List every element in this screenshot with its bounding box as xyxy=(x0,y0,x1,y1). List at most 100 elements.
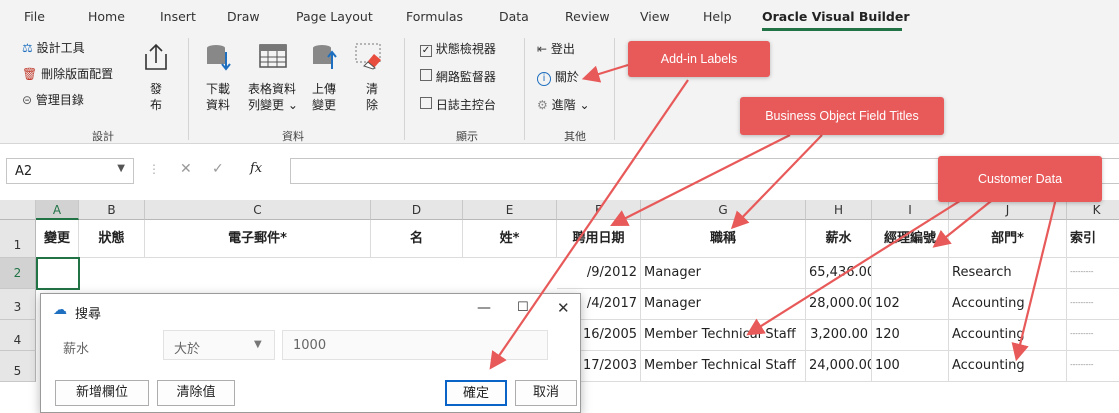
tab-home[interactable]: Home xyxy=(88,9,125,24)
header-cell-status[interactable]: 狀態 xyxy=(79,220,145,258)
column-header-a[interactable]: A xyxy=(36,200,79,220)
department-cell[interactable]: Research xyxy=(949,258,1067,289)
publish-button[interactable]: 發 布 xyxy=(138,42,174,122)
column-header-e[interactable]: E xyxy=(463,200,557,220)
header-cell-hire-date[interactable]: 聘用日期 xyxy=(557,220,641,258)
manage-catalog-button[interactable]: ⊝ 管理目錄 xyxy=(22,91,84,108)
upload-changes-button[interactable]: 上傳 變更 xyxy=(306,42,346,122)
header-cell-salary[interactable]: 薪水 xyxy=(806,220,872,258)
chevron-down-icon: ⌄ xyxy=(579,98,590,112)
search-dialog: ☁ 搜尋 — ☐ ✕ 薪水 大於 ▼ 1000 新增欄位 清除值 確定 取消 xyxy=(40,293,581,413)
logout-button[interactable]: ⇤ 登出 xyxy=(537,40,575,57)
department-cell[interactable]: Accounting xyxy=(949,351,1067,382)
column-header-j[interactable]: J xyxy=(949,200,1067,220)
row-header-2[interactable]: 2 xyxy=(0,258,36,289)
row-header-4[interactable]: 4 xyxy=(0,320,36,351)
header-cell-change[interactable]: 變更 xyxy=(36,220,79,258)
job-title-cell[interactable]: Manager xyxy=(641,258,806,289)
header-cell-last-name[interactable]: 姓* xyxy=(463,220,557,258)
salary-cell[interactable]: 28,000.00 xyxy=(806,289,872,320)
function-icon[interactable]: fx xyxy=(250,161,262,176)
index-cell[interactable]: ┄┄┄ xyxy=(1067,320,1119,351)
header-cell-manager-id[interactable]: 經理編號 xyxy=(872,220,949,258)
column-header-c[interactable]: C xyxy=(145,200,371,220)
trash-icon: 🗑 xyxy=(22,67,38,81)
header-cell-job-title[interactable]: 職稱 xyxy=(641,220,806,258)
hire-date-cell[interactable]: /9/2012 xyxy=(557,258,641,289)
index-cell[interactable]: ┄┄┄ xyxy=(1067,258,1119,289)
clear-values-button[interactable]: 清除值 xyxy=(157,380,235,406)
tab-draw[interactable]: Draw xyxy=(227,9,260,24)
network-monitor-checkbox[interactable]: 網路監督器 xyxy=(420,68,496,85)
clear-button[interactable]: 清 除 xyxy=(354,42,388,122)
advanced-button[interactable]: ⚙ 進階 ⌄ xyxy=(537,96,590,113)
manager-id-cell[interactable]: 102 xyxy=(872,289,949,320)
minimize-icon[interactable]: — xyxy=(477,300,491,316)
close-icon[interactable]: ✕ xyxy=(557,299,570,317)
salary-cell[interactable]: 24,000.00 xyxy=(806,351,872,382)
designer-button[interactable]: ⚖ 設計工具 xyxy=(22,39,85,56)
group-label-data: 資料 xyxy=(282,130,304,143)
cancel-icon[interactable]: ✕ xyxy=(180,161,192,177)
tab-help[interactable]: Help xyxy=(703,9,732,24)
column-header-i[interactable]: I xyxy=(872,200,949,220)
column-header-h[interactable]: H xyxy=(806,200,872,220)
index-cell[interactable]: ┄┄┄ xyxy=(1067,289,1119,320)
department-cell[interactable]: Accounting xyxy=(949,320,1067,351)
salary-cell[interactable]: 65,436.00 xyxy=(806,258,872,289)
status-viewer-checkbox[interactable]: ✓ 狀態檢視器 xyxy=(420,40,496,57)
row-header-5[interactable]: 5 xyxy=(0,351,36,382)
catalog-icon: ⊝ xyxy=(22,93,33,107)
job-title-cell[interactable]: Member Technical Staff xyxy=(641,351,806,382)
select-all-corner[interactable] xyxy=(0,200,36,220)
filter-value-input[interactable]: 1000 xyxy=(282,330,548,360)
group-separator xyxy=(188,38,189,140)
tab-review[interactable]: Review xyxy=(565,9,610,24)
tab-data[interactable]: Data xyxy=(499,9,529,24)
tab-oracle-visual-builder[interactable]: Oracle Visual Builder xyxy=(762,9,910,24)
header-cell-first-name[interactable]: 名 xyxy=(371,220,463,258)
manager-id-cell[interactable] xyxy=(872,258,949,289)
column-header-k[interactable]: K xyxy=(1067,200,1119,220)
selected-cell-a2[interactable] xyxy=(36,257,80,290)
callout-customer-data: Customer Data xyxy=(938,156,1102,202)
table-row-changes-button[interactable]: 表格資料 列變更 ⌄ xyxy=(246,42,302,122)
column-header-g[interactable]: G xyxy=(641,200,806,220)
maximize-icon[interactable]: ☐ xyxy=(517,300,529,315)
designer-icon: ⚖ xyxy=(22,41,33,55)
operator-select[interactable]: 大於 ▼ xyxy=(163,330,275,360)
header-cell-department[interactable]: 部門* xyxy=(949,220,1067,258)
row-header-1[interactable]: 1 xyxy=(0,220,36,258)
log-console-checkbox[interactable]: 日誌主控台 xyxy=(420,96,496,113)
tab-formulas[interactable]: Formulas xyxy=(406,9,463,24)
job-title-cell[interactable]: Member Technical Staff xyxy=(641,320,806,351)
tab-insert[interactable]: Insert xyxy=(160,9,196,24)
row-header-3[interactable]: 3 xyxy=(0,289,36,320)
ok-button[interactable]: 確定 xyxy=(445,380,507,406)
manager-id-cell[interactable]: 100 xyxy=(872,351,949,382)
salary-cell[interactable]: 3,200.00 xyxy=(806,320,872,351)
tab-file[interactable]: File xyxy=(24,9,45,24)
about-button[interactable]: i 關於 xyxy=(537,68,579,86)
tab-view[interactable]: View xyxy=(640,9,670,24)
add-field-button[interactable]: 新增欄位 xyxy=(55,380,149,406)
column-header-b[interactable]: B xyxy=(79,200,145,220)
chevron-down-icon: ▼ xyxy=(117,163,125,174)
department-cell[interactable]: Accounting xyxy=(949,289,1067,320)
job-title-cell[interactable]: Manager xyxy=(641,289,806,320)
column-header-d[interactable]: D xyxy=(371,200,463,220)
column-header-f[interactable]: F xyxy=(557,200,641,220)
filter-field-label: 薪水 xyxy=(63,342,90,357)
delete-layout-button[interactable]: 🗑 刪除版面配置 xyxy=(22,65,113,82)
name-box[interactable]: A2 ▼ xyxy=(6,158,134,184)
index-cell[interactable]: ┄┄┄ xyxy=(1067,351,1119,382)
download-data-button[interactable]: 下載 資料 xyxy=(200,42,240,122)
enter-icon[interactable]: ✓ xyxy=(212,161,224,177)
ribbon: ⚖ 設計工具 🗑 刪除版面配置 ⊝ 管理目錄 發 布 設計 下載 資料 表格資料… xyxy=(0,32,1119,144)
upload-changes-icon xyxy=(313,45,337,69)
cancel-button[interactable]: 取消 xyxy=(515,380,577,406)
header-cell-email[interactable]: 電子郵件* xyxy=(145,220,371,258)
header-cell-index[interactable]: 索引 xyxy=(1067,220,1119,258)
manager-id-cell[interactable]: 120 xyxy=(872,320,949,351)
tab-page-layout[interactable]: Page Layout xyxy=(296,9,373,24)
